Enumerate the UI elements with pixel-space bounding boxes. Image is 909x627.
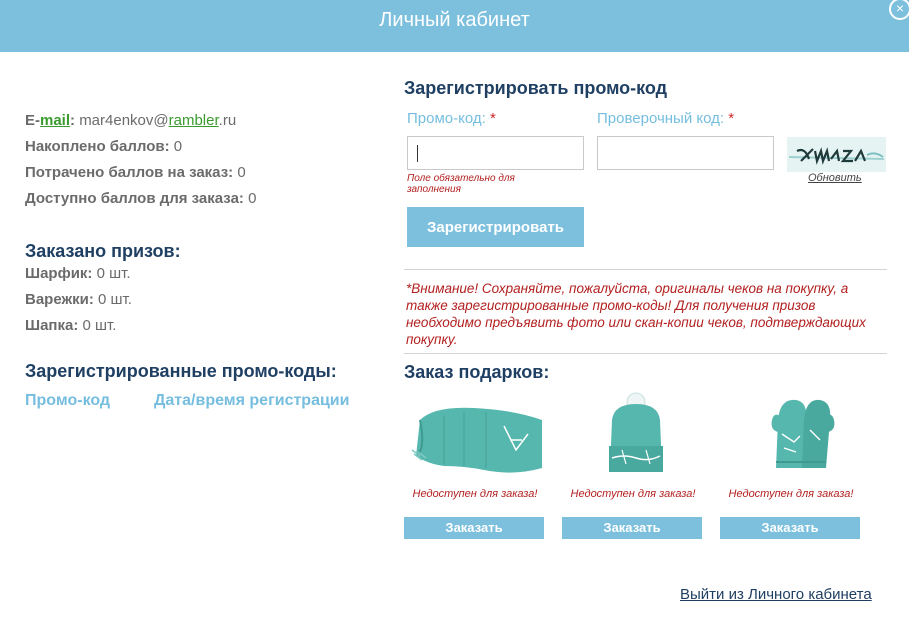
modal-header: Личный кабинет ×: [0, 0, 909, 52]
points-available-label: Доступно баллов для заказа:: [25, 190, 244, 207]
prize-scarf-row: Шарфик: 0 шт.: [25, 264, 132, 290]
points-spent-value: 0: [237, 164, 246, 181]
points-spent-label: Потрачено баллов на заказ:: [25, 164, 234, 181]
prizes-title: Заказано призов:: [25, 241, 181, 261]
register-title: Зарегистрировать промо-код: [404, 78, 668, 98]
email-tld: .ru: [218, 112, 237, 129]
points-earned-row: Накоплено баллов: 0: [25, 137, 256, 163]
prize-scarf-value: 0 шт.: [96, 265, 131, 282]
email-label-prefix: E-: [25, 112, 40, 129]
receipt-notice: *Внимание! Сохраняйте, пожалуйста, ориги…: [406, 281, 866, 347]
required-mark: *: [728, 110, 735, 127]
promo-code-label-text: Промо-код:: [407, 110, 486, 127]
account-info: E-mail: mar4enkov@rambler.ru Накоплено б…: [25, 111, 256, 215]
prize-hat-row: Шапка: 0 шт.: [25, 316, 132, 342]
email-label-suffix: :: [70, 112, 76, 129]
close-icon[interactable]: ×: [889, 0, 909, 20]
points-available-value: 0: [248, 190, 257, 207]
order-scarf-button[interactable]: Заказать: [404, 517, 544, 539]
email-user: mar4enkov@: [79, 112, 169, 129]
column-promo-code[interactable]: Промо-код: [25, 392, 110, 410]
email-domain-link[interactable]: rambler: [169, 112, 219, 129]
promo-code-input[interactable]: [407, 136, 584, 170]
check-code-label: Проверочный код: *: [597, 110, 734, 127]
modal-title: Личный кабинет: [379, 9, 530, 31]
scarf-icon: [404, 390, 546, 480]
hat-icon: [562, 390, 704, 480]
captcha-image: [787, 137, 886, 172]
codes-title: Зарегистрированные промо-коды:: [25, 361, 337, 381]
gift-hat-status: Недоступен для заказа!: [570, 488, 696, 500]
promo-code-label: Промо-код: *: [407, 110, 496, 127]
prize-mittens-value: 0 шт.: [98, 291, 132, 308]
gift-mittens-status: Недоступен для заказа!: [728, 488, 854, 500]
gift-scarf-status: Недоступен для заказа!: [412, 488, 538, 500]
points-spent-row: Потрачено баллов на заказ: 0: [25, 163, 256, 189]
required-mark: *: [489, 110, 496, 127]
column-registration-date[interactable]: Дата/время регистрации: [154, 392, 349, 410]
captcha-refresh-link[interactable]: Обновить: [808, 172, 862, 184]
mittens-icon: [720, 390, 862, 480]
prize-hat-value: 0 шт.: [82, 317, 117, 334]
order-mittens-button[interactable]: Заказать: [720, 517, 860, 539]
prize-mittens-label: Варежки:: [25, 291, 94, 308]
prize-hat-label: Шапка:: [25, 317, 79, 334]
points-available-row: Доступно баллов для заказа: 0: [25, 189, 256, 215]
register-button[interactable]: Зарегистрировать: [407, 207, 584, 247]
order-hat-button[interactable]: Заказать: [562, 517, 702, 539]
points-earned-label: Накоплено баллов:: [25, 138, 170, 155]
divider: [404, 353, 887, 354]
email-label-link[interactable]: mail: [40, 112, 70, 129]
points-earned-value: 0: [173, 138, 183, 155]
logout-link[interactable]: Выйти из Личного кабинета: [680, 586, 872, 603]
check-code-label-text: Проверочный код:: [597, 110, 725, 127]
prize-mittens-row: Варежки: 0 шт.: [25, 290, 132, 316]
prizes-list: Шарфик: 0 шт. Варежки: 0 шт. Шапка: 0 шт…: [25, 264, 132, 342]
prize-scarf-label: Шарфик:: [25, 265, 93, 282]
divider: [404, 269, 887, 270]
email-row: E-mail: mar4enkov@rambler.ru: [25, 111, 256, 137]
promo-code-error: Поле обязательно для заполнения: [407, 173, 515, 195]
gifts-title: Заказ подарков:: [404, 362, 550, 382]
check-code-input[interactable]: [597, 136, 774, 170]
text-cursor: [417, 145, 418, 162]
